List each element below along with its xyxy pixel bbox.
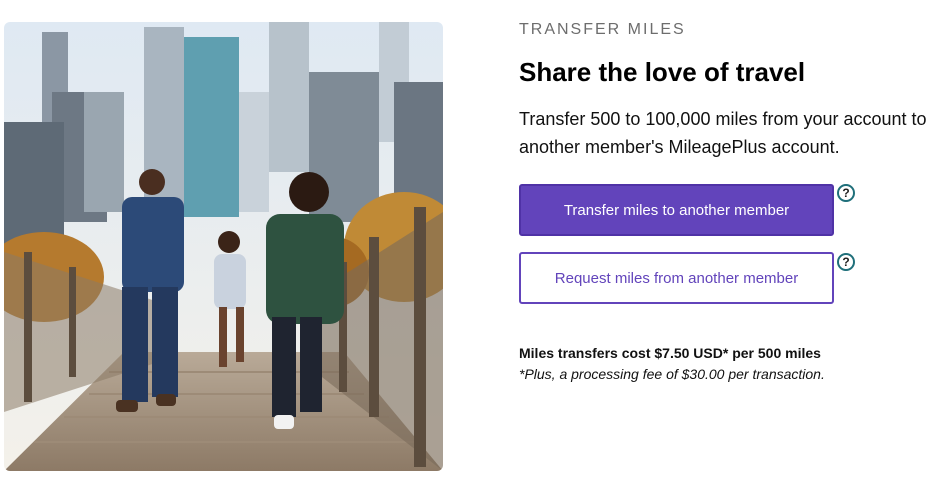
transfer-miles-button[interactable]: Transfer miles to another member	[519, 184, 834, 236]
section-eyebrow: TRANSFER MILES	[519, 21, 686, 38]
request-miles-button[interactable]: Request miles from another member	[519, 252, 834, 304]
hero-photo	[4, 22, 443, 471]
family-walking-on-bridge-photo	[4, 22, 443, 471]
page-title: Share the love of travel	[519, 57, 806, 87]
help-icon[interactable]: ?	[837, 184, 855, 202]
processing-fee-text: *Plus, a processing fee of $30.00 per tr…	[519, 366, 825, 382]
help-icon[interactable]: ?	[837, 253, 855, 271]
description-text: Transfer 500 to 100,000 miles from your …	[519, 109, 927, 157]
transfer-cost-text: Miles transfers cost $7.50 USD* per 500 …	[519, 345, 821, 361]
